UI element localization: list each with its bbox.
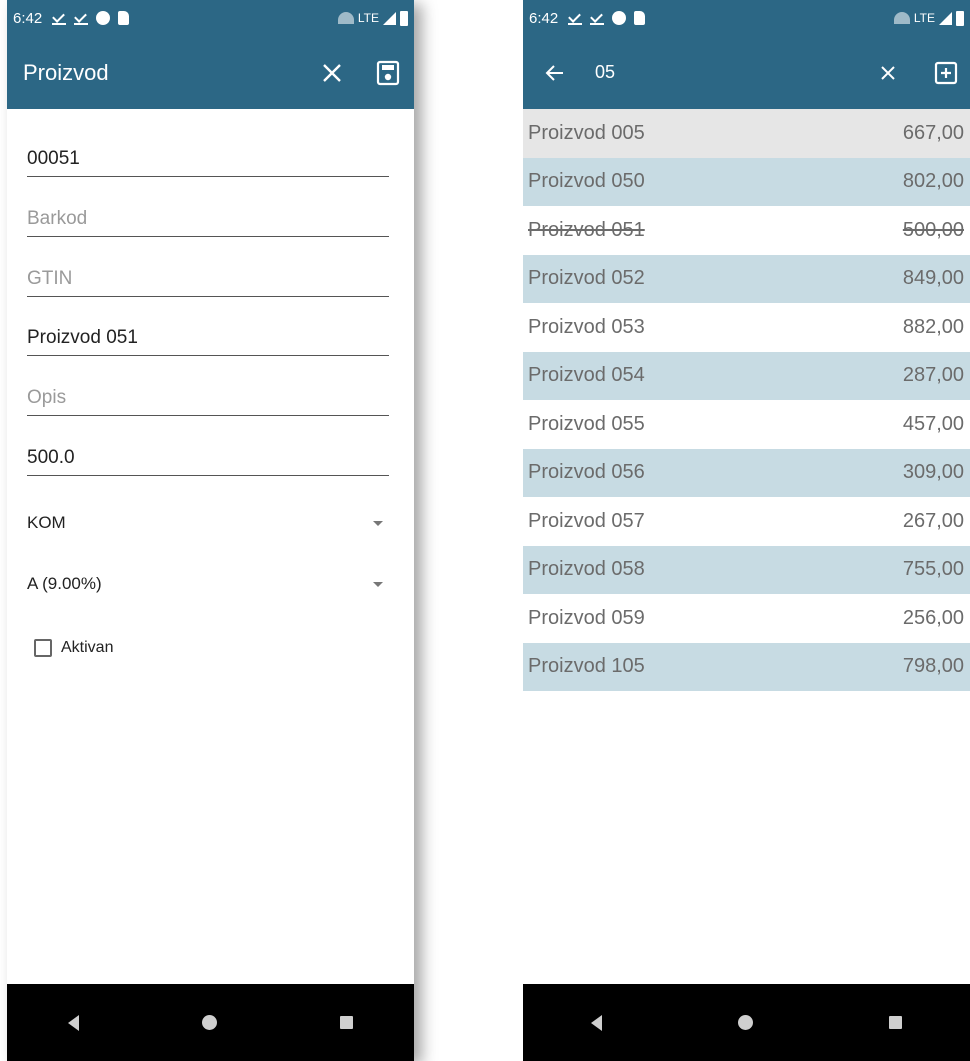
sd-card-icon — [118, 11, 130, 25]
price-field[interactable]: 500.0 — [27, 436, 389, 476]
save-icon — [376, 60, 400, 85]
nav-recents-icon[interactable] — [339, 1016, 353, 1029]
status-bar: 6:42 LTE — [523, 0, 970, 36]
product-name: Proizvod 056 — [528, 461, 645, 484]
product-price: 309,00 — [902, 461, 964, 484]
battery-icon — [956, 10, 964, 26]
status-bar: 6:42 LTE — [7, 0, 414, 36]
add-button[interactable] — [924, 51, 968, 95]
navigation-bar — [523, 984, 970, 1061]
add-box-icon — [934, 61, 958, 84]
product-list: Proizvod 005 667,00 Proizvod 050 802,00 Proi… — [523, 109, 970, 691]
tax-select-value: A (9.00%) — [27, 574, 102, 593]
tax-select[interactable]: A (9.00%) — [27, 569, 389, 599]
data-saver-icon — [96, 11, 111, 25]
list-item[interactable]: Proizvod 056 309,00 — [523, 448, 970, 497]
product-name: Proizvod 053 — [528, 315, 645, 338]
product-price: 802,00 — [902, 170, 964, 193]
battery-icon — [400, 10, 408, 26]
app-bar: Proizvod — [7, 36, 414, 109]
nav-home-icon[interactable] — [738, 1015, 753, 1030]
clear-search-button[interactable] — [866, 51, 910, 95]
list-item[interactable]: Proizvod 054 287,00 — [523, 351, 970, 400]
product-price: 287,00 — [902, 364, 964, 387]
dropdown-arrow-icon — [373, 581, 383, 587]
signal-icon — [939, 11, 952, 25]
product-edit-screen: 6:42 LTE Proizvod 00051 Barkod GTIN Proi… — [7, 0, 414, 1061]
product-name: Proizvod 052 — [528, 267, 645, 290]
nav-home-icon[interactable] — [201, 1015, 217, 1030]
nav-back-icon[interactable] — [68, 1014, 80, 1031]
code-field[interactable]: 00051 — [27, 137, 389, 177]
list-item[interactable]: Proizvod 055 457,00 — [523, 400, 970, 449]
download-done-icon — [568, 11, 583, 25]
nav-back-icon[interactable] — [591, 1014, 602, 1031]
list-item[interactable]: Proizvod 053 882,00 — [523, 303, 970, 352]
product-name: Proizvod 055 — [528, 412, 645, 435]
list-item[interactable]: Proizvod 105 798,00 — [523, 642, 970, 691]
product-price: 667,00 — [902, 121, 964, 144]
description-field[interactable]: Opis — [27, 376, 389, 416]
product-price: 267,00 — [902, 509, 964, 532]
active-checkbox-row[interactable]: Aktivan — [34, 639, 113, 657]
active-label: Aktivan — [61, 639, 114, 656]
product-price: 500,00 — [902, 218, 964, 241]
list-item[interactable]: Proizvod 052 849,00 — [523, 254, 970, 303]
close-icon — [881, 65, 895, 80]
product-name: Proizvod 005 — [528, 121, 645, 144]
active-checkbox[interactable] — [34, 639, 52, 657]
list-item[interactable]: Proizvod 057 267,00 — [523, 497, 970, 546]
unit-select[interactable]: KOM — [27, 508, 389, 538]
back-button[interactable] — [533, 51, 577, 95]
wifi-icon — [337, 12, 354, 24]
dropdown-arrow-icon — [373, 520, 383, 526]
close-icon — [323, 63, 341, 82]
wifi-icon — [893, 12, 910, 24]
close-button[interactable] — [310, 51, 354, 95]
network-type: LTE — [913, 11, 935, 25]
name-field[interactable]: Proizvod 051 — [27, 316, 389, 356]
product-price: 457,00 — [902, 412, 964, 435]
product-price: 849,00 — [902, 267, 964, 290]
arrow-back-icon — [545, 64, 563, 81]
save-button[interactable] — [366, 51, 410, 95]
unit-select-value: KOM — [27, 513, 66, 532]
download-done-icon — [74, 11, 89, 25]
product-price: 798,00 — [902, 655, 964, 678]
data-saver-icon — [612, 11, 627, 25]
navigation-bar — [7, 984, 414, 1061]
product-list-screen: 6:42 LTE 05 Proizvod 005 667,00 Proizvod… — [523, 0, 970, 1061]
download-done-icon — [590, 11, 605, 25]
product-name: Proizvod 058 — [528, 558, 645, 581]
product-name: Proizvod 051 — [528, 218, 645, 241]
search-input[interactable]: 05 — [595, 62, 615, 83]
nav-recents-icon[interactable] — [889, 1016, 902, 1029]
product-name: Proizvod 054 — [528, 364, 645, 387]
list-item[interactable]: Proizvod 051 500,00 — [523, 206, 970, 255]
product-name: Proizvod 050 — [528, 170, 645, 193]
status-time: 6:42 — [529, 9, 559, 27]
search-app-bar: 05 — [523, 36, 970, 109]
download-done-icon — [52, 11, 67, 25]
list-item[interactable]: Proizvod 059 256,00 — [523, 594, 970, 643]
list-item[interactable]: Proizvod 050 802,00 — [523, 157, 970, 206]
page-title: Proizvod — [23, 59, 109, 85]
gtin-field[interactable]: GTIN — [27, 257, 389, 297]
product-price: 256,00 — [902, 606, 964, 629]
product-name: Proizvod 057 — [528, 509, 645, 532]
status-time: 6:42 — [13, 9, 43, 27]
product-name: Proizvod 105 — [528, 655, 645, 678]
sd-card-icon — [634, 11, 646, 25]
list-item[interactable]: Proizvod 005 667,00 — [523, 109, 970, 158]
signal-icon — [383, 11, 396, 25]
barcode-field[interactable]: Barkod — [27, 197, 389, 237]
product-name: Proizvod 059 — [528, 606, 645, 629]
product-price: 755,00 — [902, 558, 964, 581]
list-item[interactable]: Proizvod 058 755,00 — [523, 545, 970, 594]
network-type: LTE — [357, 11, 379, 25]
product-price: 882,00 — [902, 315, 964, 338]
